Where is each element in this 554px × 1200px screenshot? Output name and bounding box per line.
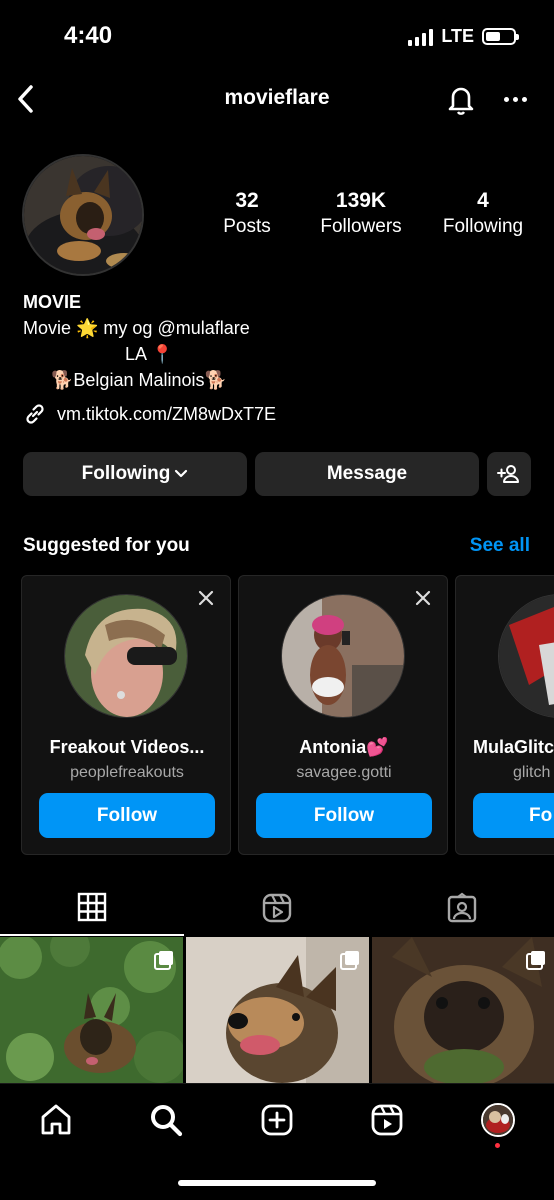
- home-icon: [41, 1104, 71, 1135]
- see-all-link[interactable]: See all: [470, 535, 530, 557]
- bell-icon: [448, 87, 474, 115]
- post-thumbnail[interactable]: [0, 937, 183, 1085]
- multiple-posts-icon: [340, 951, 359, 970]
- posts-stat[interactable]: 32 Posts: [200, 189, 294, 238]
- nav-create[interactable]: [257, 1100, 297, 1140]
- follow-button[interactable]: Fo: [473, 793, 554, 838]
- add-user-button[interactable]: [487, 452, 531, 496]
- home-indicator: [178, 1180, 376, 1186]
- status-time: 4:40: [64, 22, 113, 49]
- chevron-down-icon: [175, 469, 188, 478]
- tab-reels[interactable]: [185, 880, 369, 936]
- notifications-button[interactable]: [444, 82, 478, 116]
- plus-square-icon: [261, 1104, 293, 1136]
- signal-icon: [408, 28, 434, 46]
- nav-search[interactable]: [146, 1100, 186, 1140]
- battery-icon: [482, 28, 519, 45]
- more-icon: [503, 96, 509, 102]
- tab-tagged[interactable]: [370, 880, 554, 936]
- suggested-avatar[interactable]: [64, 594, 188, 718]
- suggested-avatar[interactable]: [498, 594, 554, 718]
- battery-fill: [486, 32, 501, 41]
- followers-stat[interactable]: 139K Followers: [294, 189, 428, 238]
- suggested-card[interactable]: Antonia💕 savagee.gotti Follow: [238, 575, 448, 855]
- bio-line-2: LA 📍: [125, 344, 174, 364]
- add-user-icon: [497, 465, 519, 483]
- profile-avatar[interactable]: [22, 154, 144, 276]
- profile-stats: 32 Posts 139K Followers 4 Following: [200, 189, 540, 238]
- avatar: [481, 1103, 515, 1137]
- suggested-username: savagee.gotti: [296, 764, 392, 781]
- dog-photo: [24, 156, 142, 274]
- reels-icon: [262, 893, 292, 923]
- suggested-name: Antonia💕: [299, 737, 389, 757]
- bio-link[interactable]: vm.tiktok.com/ZM8wDxT7E: [23, 402, 276, 426]
- profile-bio: MOVIE Movie 🌟 my og @mulaflare LA 📍 🐕Bel…: [23, 289, 533, 393]
- followers-label: Followers: [320, 216, 402, 237]
- posts-count: 32: [235, 189, 259, 212]
- status-indicators: LTE: [408, 26, 519, 47]
- bio-line-1: Movie 🌟 my og @mulaflare: [23, 318, 250, 338]
- reels-icon: [371, 1104, 403, 1136]
- notification-dot: [495, 1143, 500, 1148]
- suggested-username: peoplefreakouts: [70, 764, 184, 781]
- suggested-name: Freakout Videos...: [49, 737, 205, 757]
- nav-profile[interactable]: [478, 1100, 518, 1148]
- message-button[interactable]: Message: [255, 452, 479, 496]
- suggested-username: glitch: [513, 764, 551, 781]
- posts-grid: [0, 937, 554, 1085]
- tab-posts[interactable]: [0, 880, 184, 936]
- multiple-posts-icon: [526, 951, 545, 970]
- link-icon: [26, 404, 44, 424]
- profile-tabs: [0, 880, 554, 936]
- suggested-title: Suggested for you: [23, 535, 190, 556]
- follow-button[interactable]: Follow: [256, 793, 432, 838]
- following-count: 4: [477, 189, 489, 212]
- status-bar: 4:40 LTE: [0, 0, 554, 70]
- following-stat[interactable]: 4 Following: [428, 189, 538, 238]
- display-name: MOVIE: [23, 292, 82, 312]
- posts-label: Posts: [223, 216, 271, 237]
- follow-button[interactable]: Follow: [39, 793, 215, 838]
- close-icon[interactable]: [413, 588, 433, 608]
- profile-actions: Following Message: [23, 452, 531, 498]
- suggested-card[interactable]: Freakout Videos... peoplefreakouts Follo…: [21, 575, 231, 855]
- profile-header: movieflare: [0, 74, 554, 124]
- more-options-button[interactable]: [500, 82, 530, 116]
- nav-home[interactable]: [36, 1100, 76, 1140]
- network-type: LTE: [441, 26, 474, 46]
- tagged-icon: [447, 892, 477, 923]
- post-thumbnail[interactable]: [372, 937, 554, 1085]
- following-label: Following: [442, 216, 524, 237]
- nav-reels[interactable]: [367, 1100, 407, 1140]
- close-icon[interactable]: [196, 588, 216, 608]
- multiple-posts-icon: [154, 951, 173, 970]
- search-icon: [151, 1105, 183, 1137]
- bio-line-3: 🐕Belgian Malinois🐕: [51, 370, 227, 390]
- followers-count: 139K: [335, 189, 387, 212]
- message-button-label: Message: [326, 463, 408, 484]
- suggested-name: MulaGlitc: [473, 737, 554, 757]
- post-thumbnail[interactable]: [186, 937, 369, 1085]
- following-button-label: Following: [81, 463, 171, 484]
- suggested-card[interactable]: MulaGlitc glitch Fo: [455, 575, 554, 855]
- bio-link-text: vm.tiktok.com/ZM8wDxT7E: [57, 403, 277, 424]
- suggested-avatar[interactable]: [281, 594, 405, 718]
- following-button[interactable]: Following: [23, 452, 247, 496]
- grid-icon: [77, 892, 107, 922]
